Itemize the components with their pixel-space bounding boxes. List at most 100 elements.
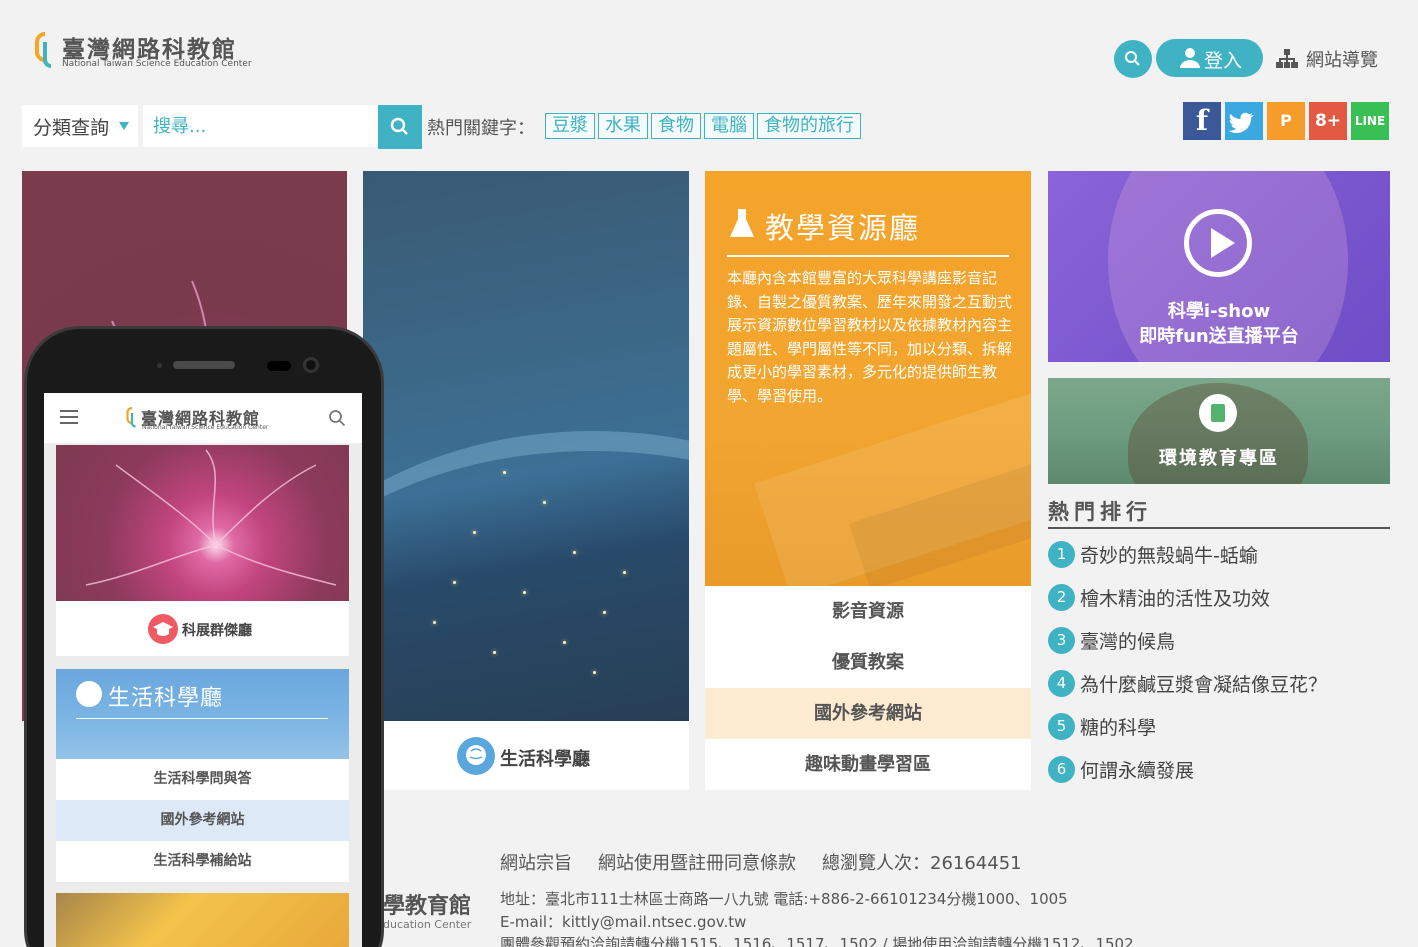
plurk-share-button[interactable]: P [1267, 102, 1305, 140]
facebook-icon: f [1195, 104, 1209, 137]
logo-subtitle: National Taiwan Science Education Center [62, 59, 252, 69]
footer-links: 網站宗旨 網站使用暨註冊同意條款 總瀏覽人次：26164451 [500, 849, 1022, 875]
mobile-life-item[interactable]: 國外參考網站 [56, 800, 349, 841]
facebook-share-button[interactable]: f [1183, 102, 1221, 140]
ranking-title: 熱門排行 [1048, 500, 1152, 524]
phone-camera-icon [303, 357, 319, 373]
teaching-description: 本廳內含本館豐富的大眾科學講座影音記錄、自製之優質教案、歷年來開發之互動式展示資… [727, 269, 1013, 405]
phone-screen: 臺灣網路科教館 National Taiwan Science Educatio… [44, 393, 362, 947]
footer-email[interactable]: E-mail：kittly@mail.ntsec.gov.tw [500, 911, 746, 932]
ranking-item[interactable]: 1 奇妙的無殼蝸牛-蛞蝓 [1048, 538, 1390, 581]
search-submit-button[interactable] [378, 105, 422, 149]
sitemap-icon [1276, 49, 1298, 68]
mobile-life-science-header[interactable]: 生活科學廳 [56, 669, 349, 759]
city-light [503, 471, 506, 474]
rank-label[interactable]: 何謂永續發展 [1080, 756, 1194, 783]
category-dropdown[interactable]: 分類查詢 [22, 105, 138, 147]
mobile-life-item[interactable]: 生活科學問與答 [56, 759, 349, 800]
keyword-tag[interactable]: 食物的旅行 [757, 113, 861, 139]
ishow-live-tile[interactable]: 科學i-show 即時fun送直播平台 [1048, 171, 1390, 362]
keyword-tag[interactable]: 食物 [651, 113, 701, 139]
life-science-link[interactable]: 生活科學廳 [363, 721, 689, 790]
book-icon [1199, 394, 1237, 432]
teaching-title: 教學資源廳 [765, 211, 921, 245]
footer-logo-title: 學教育館 [383, 894, 472, 919]
mobile-logo[interactable]: 臺灣網路科教館 National Taiwan Science Educatio… [126, 405, 296, 435]
ishow-title: 科學i-show [1167, 301, 1271, 322]
footer-address: 地址：臺北市111士林區士商路一八九號 電話:+886-2-66101234分機… [500, 890, 1068, 908]
city-light [623, 571, 626, 574]
rank-number: 1 [1048, 541, 1075, 568]
keyword-tag[interactable]: 電腦 [704, 113, 754, 139]
user-icon [1180, 48, 1200, 68]
search-icon[interactable] [328, 409, 346, 427]
plasma-arcs [85, 449, 337, 586]
login-label: 登入 [1204, 50, 1243, 72]
googleplus-icon: 8+ [1314, 111, 1342, 131]
teaching-item[interactable]: 影音資源 [705, 586, 1031, 637]
rank-number: 4 [1048, 670, 1075, 697]
sitemap-label: 網站導覽 [1306, 50, 1378, 71]
hamburger-menu-icon[interactable] [60, 410, 78, 424]
hot-keywords-label: 熱門關鍵字： [427, 118, 535, 139]
twitter-icon [1228, 112, 1254, 133]
footer-logo-subtitle: ducation Center [383, 918, 472, 931]
header-search-button[interactable] [1114, 40, 1152, 78]
rank-number: 6 [1048, 756, 1075, 783]
play-icon[interactable] [1184, 209, 1252, 277]
hot-keywords-list: 豆漿 水果 食物 電腦 食物的旅行 [545, 113, 861, 139]
login-button[interactable]: 登入 [1156, 39, 1263, 77]
ranking-item[interactable]: 6 何謂永續發展 [1048, 753, 1390, 796]
flask-icon [730, 209, 754, 237]
life-science-tile-image[interactable] [363, 171, 689, 721]
phone-speaker [173, 361, 235, 369]
rank-label[interactable]: 糖的科學 [1080, 713, 1156, 740]
earth-atmosphere [363, 431, 689, 721]
science-fair-label: 科展群傑廳 [182, 623, 252, 639]
rank-label[interactable]: 奇妙的無殼蝸牛-蛞蝓 [1080, 541, 1258, 568]
ranking-item[interactable]: 2 檜木精油的活性及功效 [1048, 581, 1390, 624]
sitemap-link[interactable]: 網站導覽 [1276, 45, 1396, 73]
ranking-list: 1 奇妙的無殼蝸牛-蛞蝓 2 檜木精油的活性及功效 3 臺灣的候鳥 4 為什麼鹹豆漿會凝… [1048, 538, 1390, 796]
brain-icon [457, 737, 495, 775]
environment-label: 環境教育專區 [1159, 448, 1279, 469]
visitor-count: 總瀏覽人次：26164451 [822, 853, 1022, 874]
search-icon [390, 117, 408, 135]
footer-link-purpose[interactable]: 網站宗旨 [500, 849, 572, 875]
ranking-item[interactable]: 3 臺灣的候鳥 [1048, 624, 1390, 667]
rank-label[interactable]: 檜木精油的活性及功效 [1080, 584, 1270, 611]
search-input[interactable] [143, 105, 378, 147]
ranking-item[interactable]: 5 糖的科學 [1048, 710, 1390, 753]
mobile-next-tile-image[interactable] [56, 893, 349, 947]
ranking-divider [1048, 527, 1390, 529]
logo-mark-icon [35, 32, 52, 68]
caret-down-icon [119, 122, 129, 130]
city-light [523, 591, 526, 594]
site-logo[interactable]: 臺灣網路科教館 National Taiwan Science Educatio… [34, 30, 274, 74]
title-divider [76, 718, 328, 719]
search-icon [1125, 51, 1140, 66]
brain-icon [76, 681, 102, 707]
footer-link-terms[interactable]: 網站使用暨註冊同意條款 [598, 849, 796, 875]
googleplus-share-button[interactable]: 8+ [1309, 102, 1347, 140]
mobile-header: 臺灣網路科教館 National Taiwan Science Educatio… [44, 393, 362, 443]
teaching-item[interactable]: 國外參考網站 [705, 688, 1031, 739]
line-icon: LINE [1354, 114, 1386, 128]
teaching-resources-tile[interactable]: 教學資源廳 本廳內含本館豐富的大眾科學講座影音記錄、自製之優質教案、歷年來開發之… [705, 171, 1031, 586]
environment-education-tile[interactable]: 環境教育專區 [1048, 378, 1390, 484]
teaching-item[interactable]: 趣味動畫學習區 [705, 739, 1031, 790]
mobile-plasma-image[interactable] [56, 445, 349, 601]
mobile-life-item[interactable]: 生活科學補給站 [56, 841, 349, 882]
mobile-science-fair-link[interactable]: 科展群傑廳 [56, 601, 349, 656]
teaching-item[interactable]: 優質教案 [705, 637, 1031, 688]
ranking-item[interactable]: 4 為什麼鹹豆漿會凝結像豆花？ [1048, 667, 1390, 710]
city-light [453, 581, 456, 584]
twitter-share-button[interactable] [1225, 102, 1263, 140]
keyword-tag[interactable]: 豆漿 [545, 113, 595, 139]
title-divider [727, 255, 1009, 257]
rank-label[interactable]: 為什麼鹹豆漿會凝結像豆花？ [1080, 670, 1327, 697]
rank-label[interactable]: 臺灣的候鳥 [1080, 627, 1175, 654]
line-share-button[interactable]: LINE [1351, 102, 1389, 140]
life-science-label: 生活科學廳 [500, 749, 590, 770]
keyword-tag[interactable]: 水果 [598, 113, 648, 139]
